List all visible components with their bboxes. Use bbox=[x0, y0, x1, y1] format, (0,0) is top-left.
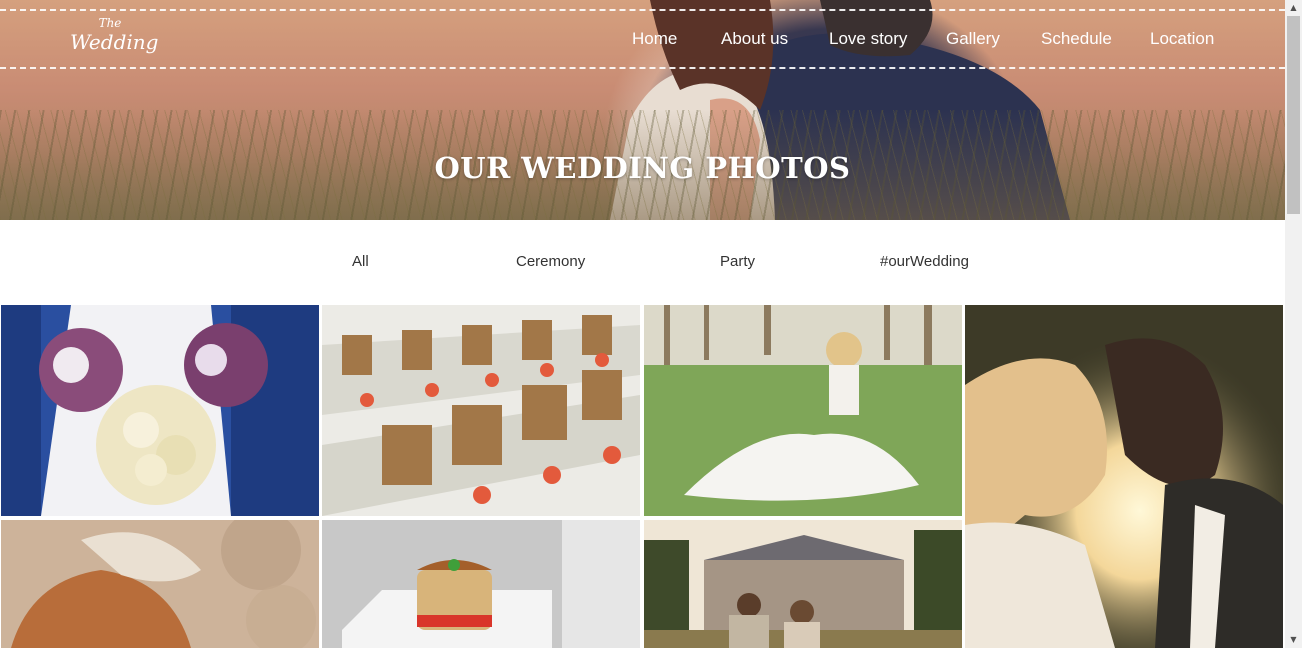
nav-love-story[interactable]: Love story bbox=[829, 28, 907, 50]
bride-veil-photo[interactable] bbox=[1, 520, 319, 648]
gallery-filter-tabs: All Ceremony Party #ourWedding bbox=[0, 251, 1285, 273]
bride-in-grass-photo[interactable] bbox=[644, 305, 962, 516]
nav-schedule[interactable]: Schedule bbox=[1041, 28, 1112, 50]
nav-location[interactable]: Location bbox=[1150, 28, 1214, 50]
page-scrollbar[interactable]: ▲ ▼ bbox=[1285, 0, 1302, 648]
header-dashed-line-top bbox=[0, 9, 1285, 11]
nav-home[interactable]: Home bbox=[632, 28, 677, 50]
bouquets-photo[interactable] bbox=[1, 305, 319, 516]
couple-kiss-photo[interactable] bbox=[965, 305, 1283, 648]
page-title: OUR WEDDING PHOTOS bbox=[434, 151, 851, 185]
scroll-up-icon[interactable]: ▲ bbox=[1285, 0, 1302, 16]
couple-palace-photo[interactable] bbox=[644, 520, 962, 648]
filter-our-wedding[interactable]: #ourWedding bbox=[880, 251, 969, 273]
dessert-photo[interactable] bbox=[322, 520, 640, 648]
filter-all[interactable]: All bbox=[352, 251, 369, 273]
main-nav: Home About us Love story Gallery Schedul… bbox=[0, 28, 1285, 50]
scrollbar-thumb[interactable] bbox=[1287, 16, 1300, 214]
scroll-down-icon[interactable]: ▼ bbox=[1285, 632, 1302, 648]
nav-about-us[interactable]: About us bbox=[721, 28, 788, 50]
nav-gallery[interactable]: Gallery bbox=[946, 28, 1000, 50]
filter-party[interactable]: Party bbox=[720, 251, 755, 273]
reception-tables-photo[interactable] bbox=[322, 305, 640, 516]
header-dashed-line-bottom bbox=[0, 67, 1285, 69]
filter-ceremony[interactable]: Ceremony bbox=[516, 251, 585, 273]
